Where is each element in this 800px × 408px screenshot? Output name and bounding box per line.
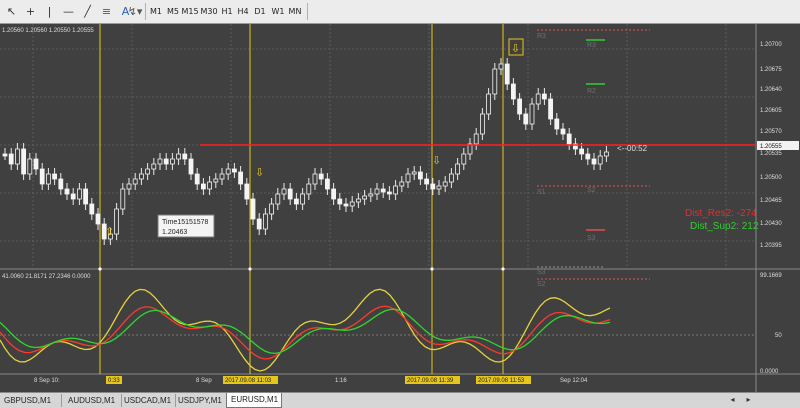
chart-tabs: GBPUSD,M1 AUDUSD,M1 USDCAD,M1 USDJPY,M1 …	[0, 392, 800, 408]
pivot-r2-label: R2	[587, 88, 596, 95]
price-tick-label: 1.20700	[760, 42, 782, 48]
indicator-header: 41.0060 21.8171 27.2346 0.0000	[2, 274, 91, 280]
time-label: 1:16	[335, 378, 347, 384]
dist-res-label: Dist_Res2: -274	[685, 208, 757, 219]
tab-audusd[interactable]: AUDUSD,M1	[64, 394, 122, 407]
down-arrow-icon: ⇩	[432, 155, 441, 167]
shapes-dropdown-icon[interactable]: ↯▾	[124, 3, 146, 20]
fibonacci-icon[interactable]: ≡	[98, 3, 115, 20]
price-tick-label: 1.20465	[760, 198, 782, 204]
pivot-r3-dim: R3	[537, 33, 546, 40]
tooltip-price: 1.20463	[162, 229, 187, 236]
time-label: 8 Sep 10:	[34, 378, 60, 384]
tab-scroll-right-icon[interactable]: ▸	[740, 393, 757, 407]
time-label: 8 Sep	[196, 378, 212, 384]
tab-gbpusd[interactable]: GBPUSD,M1	[0, 394, 62, 407]
vertical-line-icon[interactable]: |	[41, 3, 58, 20]
price-tick-label: 1.20675	[760, 67, 782, 73]
pivot-s1-label: S1	[537, 189, 546, 196]
down-arrow-icon: ⇩	[255, 167, 264, 179]
indicator-max-label: 99.1669	[760, 273, 782, 279]
tab-usdcad[interactable]: USDCAD,M1	[120, 394, 176, 407]
trendline-icon[interactable]: ╱	[79, 3, 96, 20]
timeframe-m5[interactable]: M5	[165, 3, 181, 20]
ohlc-header: 1.20560 1.20560 1.20550 1.20555	[2, 28, 94, 34]
pivot-s3-dim-label: S3	[537, 269, 546, 276]
chart-toolbar: ↖ + | — ╱ ≡ A ↯▾ M1 M5 M15 M30 H1 H4 D1 …	[0, 0, 800, 24]
time-label: Sep 12:04	[560, 378, 588, 384]
timeframe-m30[interactable]: M30	[199, 3, 219, 20]
pivot-s3-label: S3	[587, 235, 596, 242]
price-tick-label: 1.20430	[760, 221, 782, 227]
pivot-s2b-label: S2	[537, 281, 546, 288]
tab-eurusd[interactable]: EURUSD,M1	[226, 393, 282, 408]
timeframe-m1[interactable]: M1	[148, 3, 164, 20]
price-tick-label: 1.20535	[760, 151, 782, 157]
time-highlight: 2017.09.08 11:03	[225, 378, 272, 384]
price-tick-label: 1.20500	[760, 175, 782, 181]
timeframe-h1[interactable]: H1	[219, 3, 235, 20]
current-price-label: 1.20555	[760, 144, 782, 150]
time-highlight: 0:33	[108, 378, 120, 384]
tooltip-time: Time15151578	[162, 219, 209, 226]
dist-sup-label: Dist_Sup2: 212	[690, 221, 759, 232]
horizontal-line-icon[interactable]: —	[60, 3, 77, 20]
timeframe-d1[interactable]: D1	[252, 3, 268, 20]
price-tick-label: 1.20640	[760, 87, 782, 93]
price-tick-label: 1.20395	[760, 243, 782, 249]
toolbar-separator	[307, 3, 308, 20]
indicator-mid-label: 50	[775, 333, 782, 339]
price-tick-label: 1.20605	[760, 108, 782, 114]
bar-timer: <--00:52	[617, 144, 648, 153]
tab-usdjpy[interactable]: USDJPY,M1	[174, 394, 228, 407]
indicator-min-label: 0.0000	[760, 369, 779, 375]
time-highlight: 2017.09.08 11:53	[478, 378, 525, 384]
down-arrow-icon: ⇩	[511, 43, 520, 55]
pivot-r3-label: R3	[587, 42, 596, 49]
price-tooltip: Time15151578 1.20463	[157, 214, 215, 238]
up-arrow-icon: ⇧	[105, 226, 114, 238]
time-highlight: 2017.09.08 11:39	[407, 378, 454, 384]
crosshair-icon[interactable]: +	[22, 3, 39, 20]
arrow-cursor-icon[interactable]: ↖	[3, 3, 20, 20]
price-chart[interactable]: 1.20560 1.20560 1.20550 1.20555 1.20700 1…	[0, 24, 800, 392]
toolbar-separator	[145, 3, 146, 20]
price-tick-label: 1.20570	[760, 129, 782, 135]
tab-scroll-left-icon[interactable]: ◂	[724, 393, 741, 407]
timeframe-mn[interactable]: MN	[286, 3, 304, 20]
pivot-s2-label: S2	[587, 187, 596, 194]
timeframe-w1[interactable]: W1	[270, 3, 286, 20]
timeframe-h4[interactable]: H4	[235, 3, 251, 20]
timeframe-m15[interactable]: M15	[181, 3, 199, 20]
